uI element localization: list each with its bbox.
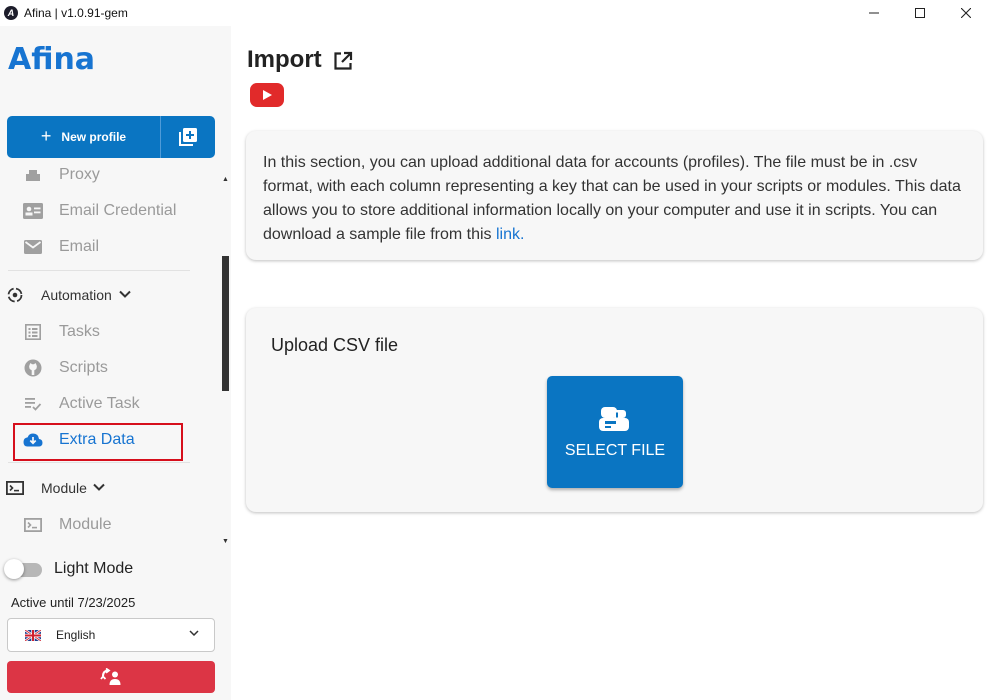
upload-title: Upload CSV file bbox=[271, 335, 399, 355]
sidebar-item-label: Email bbox=[59, 238, 100, 255]
minimize-icon bbox=[869, 12, 879, 14]
upload-card: Upload CSV file SELECT FILE bbox=[246, 308, 983, 512]
info-text: In this section, you can upload addition… bbox=[263, 154, 961, 243]
scroll-down-arrow[interactable]: ▼ bbox=[222, 538, 229, 546]
sidebar-item-module[interactable]: Module bbox=[0, 511, 200, 539]
sidebar-group-label: Module bbox=[41, 480, 87, 496]
maximize-button[interactable] bbox=[897, 0, 943, 26]
playlist-check-icon bbox=[22, 393, 44, 415]
sidebar-item-email-credential[interactable]: Email Credential bbox=[0, 197, 200, 225]
sidebar-item-active-task[interactable]: Active Task bbox=[0, 390, 200, 418]
terminal-icon bbox=[22, 514, 44, 536]
library-add-icon bbox=[179, 128, 197, 146]
sidebar-group-label: Automation bbox=[41, 287, 112, 303]
sidebar-group-automation[interactable]: Automation bbox=[0, 281, 200, 309]
subscription-status: Active until 7/23/2025 bbox=[11, 595, 136, 610]
sidebar-item-tasks[interactable]: Tasks bbox=[0, 318, 200, 346]
open-external-button[interactable] bbox=[333, 51, 353, 76]
app-icon: A bbox=[4, 6, 18, 20]
sidebar-item-label: Email Credential bbox=[59, 202, 177, 219]
scroll-up-arrow[interactable]: ▲ bbox=[222, 176, 229, 184]
extra-data-highlight bbox=[13, 423, 183, 461]
sidebar-item-label: Proxy bbox=[59, 166, 100, 183]
info-card: In this section, you can upload addition… bbox=[246, 131, 983, 260]
afina-logo[interactable]: Afina bbox=[8, 42, 95, 82]
chevron-down-icon bbox=[119, 290, 131, 298]
light-mode-label: Light Mode bbox=[54, 560, 134, 577]
select-file-label: SELECT FILE bbox=[564, 442, 666, 459]
new-profile-button-group: + New profile bbox=[7, 116, 215, 158]
light-mode-toggle-row: Light Mode bbox=[4, 557, 133, 581]
youtube-icon[interactable] bbox=[250, 83, 284, 107]
logo-text: Afina bbox=[8, 42, 96, 77]
uk-flag-icon bbox=[25, 629, 41, 641]
new-profile-label: New profile bbox=[61, 130, 127, 144]
list-icon bbox=[22, 321, 44, 343]
proxy-icon bbox=[22, 164, 44, 186]
sidebar-item-label: Scripts bbox=[59, 359, 108, 376]
new-profile-button[interactable]: + New profile bbox=[7, 116, 161, 158]
sample-file-link[interactable]: link. bbox=[496, 226, 524, 243]
main-content: Import In this section, you can upload a… bbox=[231, 26, 989, 700]
file-upload-icon bbox=[599, 407, 629, 431]
sidebar-nav: Proxy Email Credential Email Automation bbox=[0, 164, 222, 552]
sidebar-group-module[interactable]: Module bbox=[0, 474, 200, 502]
light-mode-toggle[interactable] bbox=[4, 557, 44, 581]
open-in-new-icon bbox=[334, 51, 353, 70]
window-title: Afina | v1.0.91-gem bbox=[24, 6, 128, 20]
sidebar: Afina + New profile Proxy Email Credenti… bbox=[0, 26, 231, 700]
toggle-knob bbox=[4, 559, 24, 579]
chevron-down-icon bbox=[93, 483, 105, 491]
maximize-icon bbox=[915, 8, 925, 18]
plus-icon: + bbox=[40, 125, 52, 146]
language-select[interactable]: English bbox=[7, 618, 215, 652]
github-icon bbox=[22, 357, 44, 379]
sidebar-scrollbar-thumb[interactable] bbox=[222, 256, 229, 391]
title-bar: A Afina | v1.0.91-gem bbox=[0, 0, 989, 26]
language-value: English bbox=[56, 628, 96, 642]
sidebar-item-label: Module bbox=[59, 516, 112, 533]
sidebar-item-proxy[interactable]: Proxy bbox=[0, 164, 200, 189]
close-button[interactable] bbox=[943, 0, 989, 26]
divider bbox=[8, 462, 190, 463]
logout-button[interactable] bbox=[7, 661, 215, 693]
sidebar-item-email[interactable]: Email bbox=[0, 233, 200, 261]
id-card-icon bbox=[22, 200, 44, 222]
minimize-button[interactable] bbox=[851, 0, 897, 26]
sidebar-item-scripts[interactable]: Scripts bbox=[0, 354, 200, 382]
automation-icon bbox=[4, 284, 26, 306]
account-switch-icon bbox=[100, 668, 121, 685]
terminal-icon bbox=[4, 477, 26, 499]
mail-icon bbox=[22, 236, 44, 258]
page-title: Import bbox=[247, 46, 322, 73]
add-multiple-profiles-button[interactable] bbox=[161, 116, 215, 158]
divider bbox=[8, 270, 190, 271]
sidebar-item-label: Active Task bbox=[59, 395, 140, 412]
close-icon bbox=[961, 8, 971, 18]
window-controls bbox=[851, 0, 989, 26]
select-file-button[interactable]: SELECT FILE bbox=[547, 376, 683, 488]
sidebar-item-label: Tasks bbox=[59, 323, 100, 340]
chevron-down-icon bbox=[189, 630, 199, 637]
